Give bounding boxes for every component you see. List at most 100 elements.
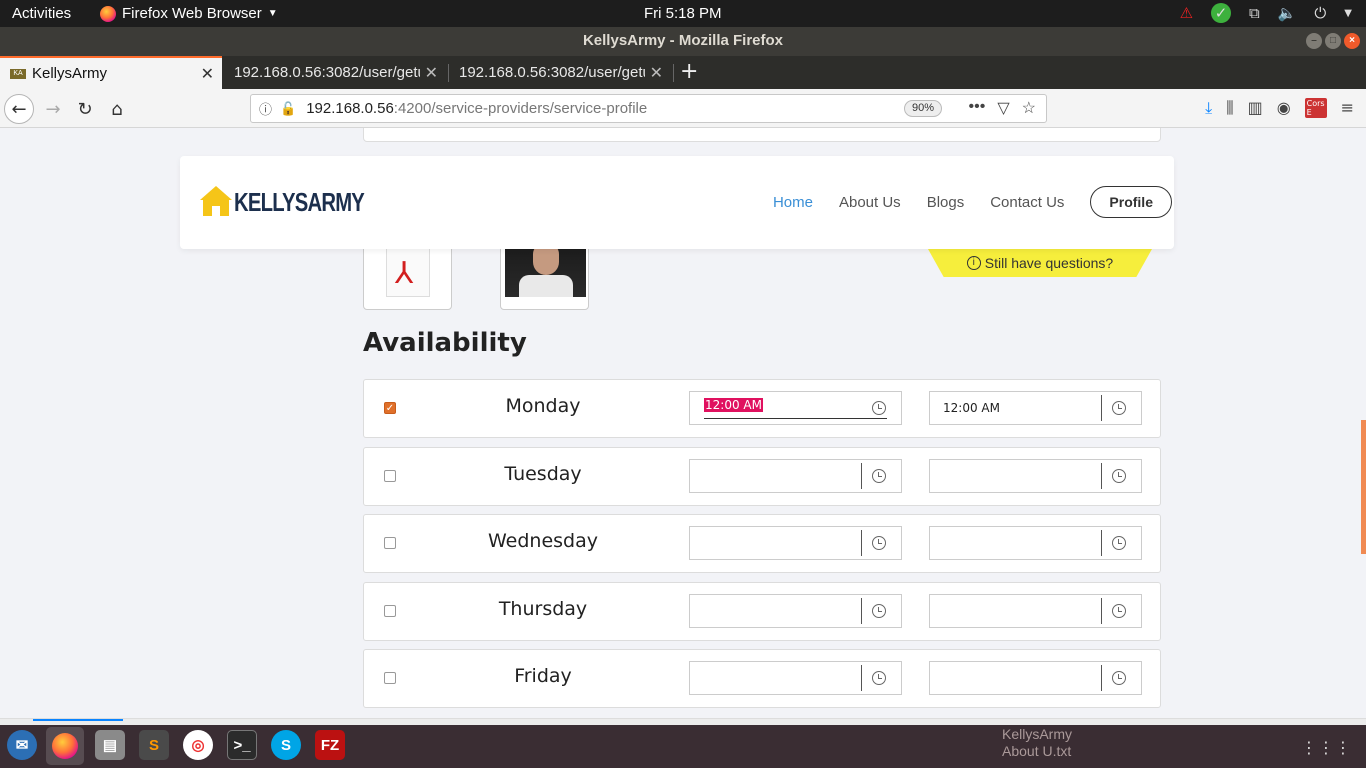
hamburger-menu-icon[interactable]: ≡ — [1341, 98, 1354, 118]
input-divider — [1101, 530, 1102, 556]
clock-icon[interactable] — [1112, 469, 1126, 483]
update-shield-icon[interactable]: ✓ — [1211, 3, 1232, 23]
sidebar-icon[interactable]: ▥ — [1248, 98, 1263, 118]
input-divider — [1101, 598, 1102, 624]
warning-icon[interactable]: ⚠ — [1180, 4, 1193, 22]
close-tab-icon[interactable]: ✕ — [201, 64, 214, 84]
close-tab-icon[interactable]: ✕ — [650, 63, 663, 83]
day-checkbox[interactable]: ✓ — [384, 402, 396, 414]
end-time-input[interactable] — [929, 594, 1142, 628]
nav-contact-us[interactable]: Contact Us — [990, 194, 1064, 211]
home-icon[interactable]: ⌂ — [102, 94, 132, 124]
dropdown-arrow-icon: ▼ — [267, 8, 278, 19]
reload-icon[interactable]: ↻ — [70, 94, 100, 124]
power-icon[interactable]: ⏻ — [1314, 4, 1326, 22]
tab-separator — [673, 64, 674, 82]
still-have-questions-label: Still have questions? — [984, 255, 1114, 271]
end-time-input[interactable] — [929, 526, 1142, 560]
end-time-input[interactable] — [929, 661, 1142, 695]
still-have-questions-banner[interactable]: i Still have questions? — [928, 249, 1152, 277]
input-divider — [1101, 665, 1102, 691]
input-divider — [861, 598, 862, 624]
firefox-dock-item[interactable] — [46, 727, 84, 765]
system-menu-arrow-icon[interactable]: ▼ — [1344, 8, 1352, 19]
close-tab-icon[interactable]: ✕ — [425, 63, 438, 83]
clock-icon[interactable] — [872, 671, 886, 685]
day-checkbox[interactable] — [384, 537, 396, 549]
library-icon[interactable]: ⫼ — [1226, 98, 1233, 118]
insecure-lock-icon[interactable]: 🔓 — [280, 101, 296, 117]
account-icon[interactable]: ◉ — [1277, 98, 1291, 118]
system-tray: ⚠ ✓ ⧉ 🔈 ⏻ ▼ — [1180, 3, 1352, 23]
cors-extension-icon[interactable]: Cors E — [1304, 98, 1327, 118]
day-checkbox[interactable] — [384, 605, 396, 617]
show-applications-grid-icon[interactable]: ⋮⋮⋮ — [1301, 738, 1352, 757]
window-controls: – □ × — [1306, 33, 1360, 49]
zoom-level-badge[interactable]: 90% — [903, 100, 942, 117]
maximize-icon[interactable]: □ — [1325, 33, 1341, 49]
availability-row-monday: ✓ Monday 12:00 AM 12:00 AM — [363, 379, 1161, 438]
app-menu[interactable]: Firefox Web Browser ▼ — [100, 5, 278, 22]
address-bar[interactable]: ⓘ 🔓 192.168.0.56:4200/service-providers/… — [250, 94, 1047, 123]
end-time-input[interactable] — [929, 459, 1142, 493]
day-checkbox[interactable] — [384, 672, 396, 684]
tab-user-get-1[interactable]: 192.168.0.56:3082/user/getu ✕ — [224, 56, 446, 89]
bookmark-star-icon[interactable]: ☆ — [1022, 98, 1036, 118]
nav-blogs[interactable]: Blogs — [927, 194, 965, 211]
tab-user-get-2[interactable]: 192.168.0.56:3082/user/getu ✕ — [449, 56, 671, 89]
site-info-icon[interactable]: ⓘ — [259, 99, 272, 118]
day-name: Wednesday — [487, 530, 598, 552]
nav-home[interactable]: Home — [773, 194, 813, 211]
clock-icon[interactable] — [872, 469, 886, 483]
minimize-icon[interactable]: – — [1306, 33, 1322, 49]
kellysarmy-logo[interactable]: KELLYSARMY — [200, 176, 401, 216]
end-time-input[interactable]: 12:00 AM — [929, 391, 1142, 425]
forward-arrow-icon[interactable]: → — [38, 94, 68, 124]
tab-label: 192.168.0.56:3082/user/getu — [459, 64, 645, 81]
downloads-strip — [0, 718, 1366, 725]
new-tab-plus-icon[interactable]: + — [680, 59, 698, 84]
profile-button[interactable]: Profile — [1090, 186, 1172, 218]
terminal-icon[interactable]: >_ — [227, 730, 257, 760]
clock-icon[interactable] — [872, 536, 886, 550]
start-time-input[interactable] — [689, 594, 902, 628]
start-time-input[interactable] — [689, 459, 902, 493]
logo-text: KELLYSARMY — [234, 187, 365, 217]
page-actions-icon[interactable]: ••• — [969, 98, 986, 118]
close-window-icon[interactable]: × — [1344, 33, 1360, 49]
back-arrow-icon[interactable]: ← — [4, 94, 34, 124]
document-thumbnail[interactable]: ⅄ — [363, 240, 452, 310]
volume-icon[interactable]: 🔈 — [1278, 4, 1297, 22]
day-checkbox[interactable] — [384, 470, 396, 482]
download-icon[interactable]: ⤓ — [1205, 98, 1212, 118]
clock-icon[interactable] — [872, 401, 886, 415]
system-clock[interactable]: Fri 5:18 PM — [644, 5, 722, 22]
url-path: :4200/service-providers/service-profile — [393, 100, 648, 117]
nav-about-us[interactable]: About Us — [839, 194, 901, 211]
clock-icon[interactable] — [1112, 536, 1126, 550]
filezilla-icon[interactable]: FZ — [315, 730, 345, 760]
profile-photo-thumbnail[interactable] — [500, 240, 589, 310]
availability-row-wednesday: Wednesday — [363, 514, 1161, 573]
files-icon[interactable]: ▤ — [95, 730, 125, 760]
network-icon[interactable]: ⧉ — [1249, 4, 1260, 22]
tab-label: KellysArmy — [32, 65, 108, 82]
start-time-input[interactable]: 12:00 AM — [689, 391, 902, 425]
clock-icon[interactable] — [1112, 671, 1126, 685]
start-time-input[interactable] — [689, 526, 902, 560]
start-time-input[interactable] — [689, 661, 902, 695]
tab-strip: KA KellysArmy ✕ 192.168.0.56:3082/user/g… — [0, 56, 1366, 89]
chrome-icon[interactable]: ◎ — [183, 730, 213, 760]
sublime-text-icon[interactable]: S — [139, 730, 169, 760]
thunderbird-icon[interactable]: ✉ — [7, 730, 37, 760]
tab-kellysarmy[interactable]: KA KellysArmy ✕ — [0, 56, 222, 89]
activities-button[interactable]: Activities — [12, 5, 71, 22]
pocket-icon[interactable]: ▽ — [997, 98, 1009, 118]
skype-icon[interactable]: S — [271, 730, 301, 760]
clock-icon[interactable] — [1112, 401, 1126, 415]
site-header: KELLYSARMY Home About Us Blogs Contact U… — [180, 156, 1174, 249]
page-scrollbar-thumb[interactable] — [1361, 420, 1366, 554]
clock-icon[interactable] — [872, 604, 886, 618]
clock-icon[interactable] — [1112, 604, 1126, 618]
page-viewport: KELLYSARMY Home About Us Blogs Contact U… — [0, 128, 1366, 718]
